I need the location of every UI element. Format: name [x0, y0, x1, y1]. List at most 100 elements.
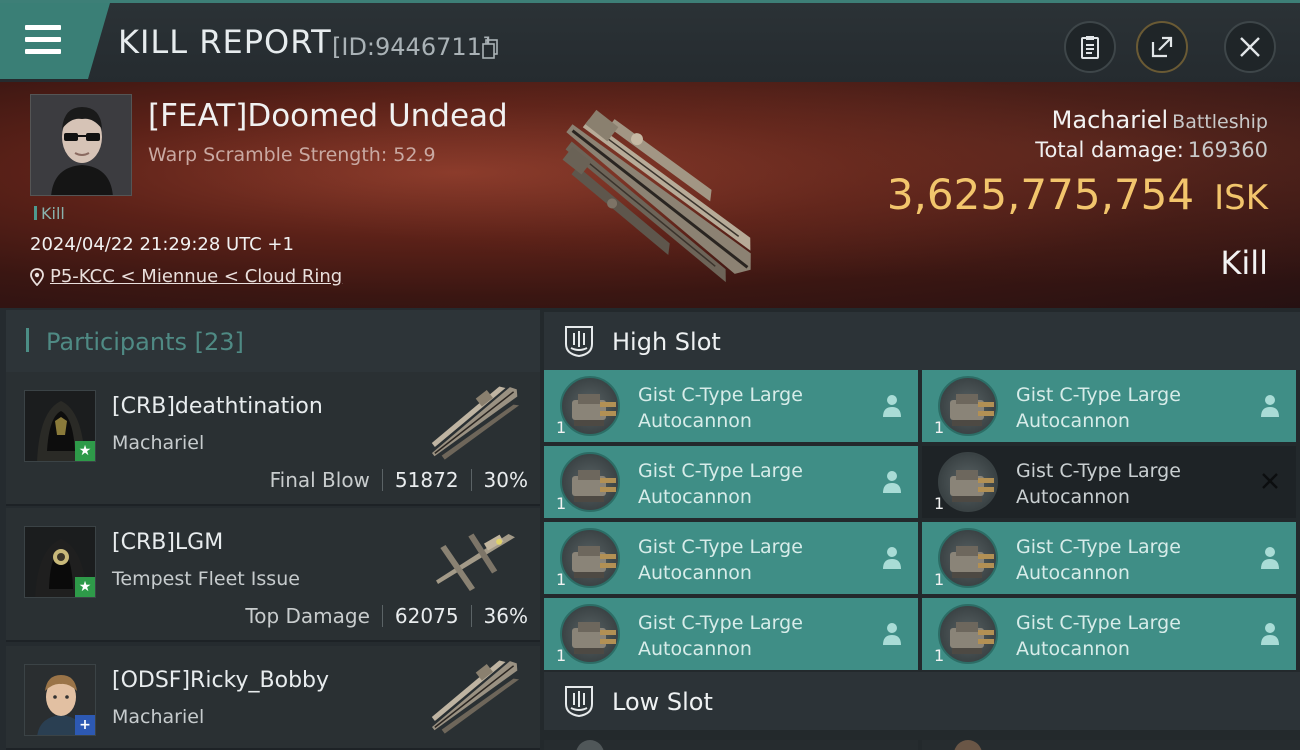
copy-icon[interactable]: [482, 39, 498, 59]
victim-ship-image: [562, 109, 751, 283]
module-quantity: 1: [556, 646, 567, 665]
module-slot-destroyed[interactable]: 1 Gist C-Type Large Autocannon: [922, 446, 1296, 518]
participants-count: [23]: [194, 328, 244, 356]
isk-amount: 3,625,775,754: [886, 170, 1195, 219]
avatar[interactable]: ★: [24, 390, 96, 462]
person-icon[interactable]: [1258, 392, 1282, 418]
module-quantity: 1: [556, 418, 567, 437]
module-slot[interactable]: 1 Gist C-Type Large Autocannon: [922, 598, 1296, 670]
participant-row[interactable]: ★ [CRB]deathtination Machariel Final Blo…: [6, 372, 540, 506]
module-slot[interactable]: 1 Gist C-Type Large Autocannon: [544, 598, 918, 670]
ship-name-text[interactable]: Machariel: [1052, 106, 1169, 134]
module-slot[interactable]: 1 Gist C-Type Large Autocannon: [922, 370, 1296, 442]
autocannon-icon: [560, 452, 620, 512]
location-pin-icon: [30, 267, 44, 286]
module-name-line2: Autocannon: [1016, 638, 1130, 660]
clipboard-button[interactable]: [1064, 21, 1116, 73]
module-name-line2: Autocannon: [638, 410, 752, 432]
participant-role: Final Blow: [269, 468, 370, 492]
module-name-line2: Autocannon: [1016, 486, 1130, 508]
divider: [381, 469, 383, 491]
hamburger-menu-icon[interactable]: [25, 25, 61, 55]
module-name-line1: Gist C-Type Large: [1016, 612, 1181, 634]
location-link[interactable]: P5-KCC < Miennue < Cloud Ring: [50, 266, 342, 287]
person-icon[interactable]: [880, 468, 904, 494]
participant-ship: Machariel: [112, 432, 205, 454]
total-damage-value: 169360: [1187, 138, 1268, 162]
participant-ship: Machariel: [112, 706, 205, 728]
module-name: Gist C-Type Large Autocannon: [638, 534, 868, 586]
high-slot-icon: [565, 326, 593, 358]
participants-panel: Participants [23] ★ [CRB]deathtination M…: [0, 308, 540, 750]
high-slot-header: High Slot: [544, 312, 1300, 370]
menu-tab[interactable]: [0, 3, 110, 79]
autocannon-icon: [938, 376, 998, 436]
module-slot[interactable]: 1 Gist C-Type Large Autocannon: [922, 522, 1296, 594]
participant-row[interactable]: ★ [CRB]LGM Tempest Fleet Issue Top Damag…: [6, 508, 540, 642]
module-name-line2: Autocannon: [1016, 410, 1130, 432]
participant-name[interactable]: [CRB]deathtination: [112, 394, 323, 419]
module-quantity: 1: [556, 570, 567, 589]
module-name: Gist C-Type Large Autocannon: [638, 610, 868, 662]
participant-row[interactable]: + [ODSF]Ricky_Bobby Machariel: [6, 646, 540, 750]
participant-damage: 51872: [394, 468, 459, 492]
module-name-line2: Autocannon: [638, 486, 752, 508]
close-button[interactable]: [1224, 21, 1276, 73]
share-icon: [1151, 36, 1173, 58]
autocannon-icon: [560, 528, 620, 588]
module-name: Gist C-Type Large Autocannon: [1016, 458, 1246, 510]
module-quantity: 1: [934, 646, 945, 665]
close-icon: [1240, 37, 1260, 57]
module-name: Gist C-Type Large Autocannon: [638, 382, 868, 434]
kill-timestamp: 2024/04/22 21:29:28 UTC +1: [30, 234, 294, 255]
participant-damage: 62075: [394, 604, 459, 628]
kill-location[interactable]: P5-KCC < Miennue < Cloud Ring: [30, 266, 342, 287]
participants-title: Participants [23]: [46, 328, 244, 356]
divider: [381, 605, 383, 627]
participants-header: Participants [23]: [6, 310, 540, 372]
module-name-line2: Autocannon: [638, 562, 752, 584]
destroyed-x-icon: [1262, 473, 1278, 489]
participant-name[interactable]: [CRB]LGM: [112, 530, 223, 555]
total-damage-label: Total damage:: [1035, 138, 1184, 162]
victim-portrait[interactable]: [30, 94, 132, 196]
participant-ship: Tempest Fleet Issue: [112, 568, 300, 590]
victim-name[interactable]: [FEAT]Doomed Undead: [148, 98, 508, 134]
low-slot-modules-partial: [544, 740, 1300, 750]
module-name: Gist C-Type Large Autocannon: [1016, 382, 1246, 434]
low-slot-icon: [565, 686, 593, 718]
person-icon[interactable]: [880, 620, 904, 646]
participant-ship-image: [431, 386, 520, 460]
person-icon[interactable]: [880, 544, 904, 570]
victim-ship-name: Machariel Battleship: [1052, 106, 1268, 134]
pilot-portrait-image: [31, 95, 131, 195]
isk-value: 3,625,775,754 ISK: [887, 170, 1268, 219]
person-icon[interactable]: [1258, 544, 1282, 570]
module-name-line1: Gist C-Type Large: [1016, 460, 1181, 482]
module-slot[interactable]: 1 Gist C-Type Large Autocannon: [544, 522, 918, 594]
participant-name[interactable]: [ODSF]Ricky_Bobby: [112, 668, 329, 693]
person-icon[interactable]: [1258, 620, 1282, 646]
autocannon-icon: [938, 604, 998, 664]
module-slot[interactable]: 1 Gist C-Type Large Autocannon: [544, 446, 918, 518]
avatar[interactable]: +: [24, 664, 96, 736]
module-name-line1: Gist C-Type Large: [638, 384, 803, 406]
isk-unit: ISK: [1214, 178, 1268, 218]
participant-stats: Top Damage 62075 36%: [245, 604, 528, 628]
module-slot[interactable]: 1 Gist C-Type Large Autocannon: [544, 370, 918, 442]
avatar[interactable]: ★: [24, 526, 96, 598]
autocannon-icon: [938, 528, 998, 588]
result-label: Kill: [1220, 244, 1268, 282]
share-button[interactable]: [1136, 21, 1188, 73]
person-icon[interactable]: [880, 392, 904, 418]
low-slot-title: Low Slot: [612, 688, 713, 716]
low-slot-header: Low Slot: [544, 672, 1300, 730]
victim-banner: [FEAT]Doomed Undead Warp Scramble Streng…: [0, 82, 1300, 308]
autocannon-icon: [560, 376, 620, 436]
module-quantity: 1: [934, 494, 945, 513]
module-name-line2: Autocannon: [638, 638, 752, 660]
corp-star-badge: ★: [75, 441, 95, 461]
participant-ship-image: [431, 660, 520, 734]
header-accent-bar: [26, 328, 29, 352]
participants-label: Participants: [46, 328, 187, 356]
